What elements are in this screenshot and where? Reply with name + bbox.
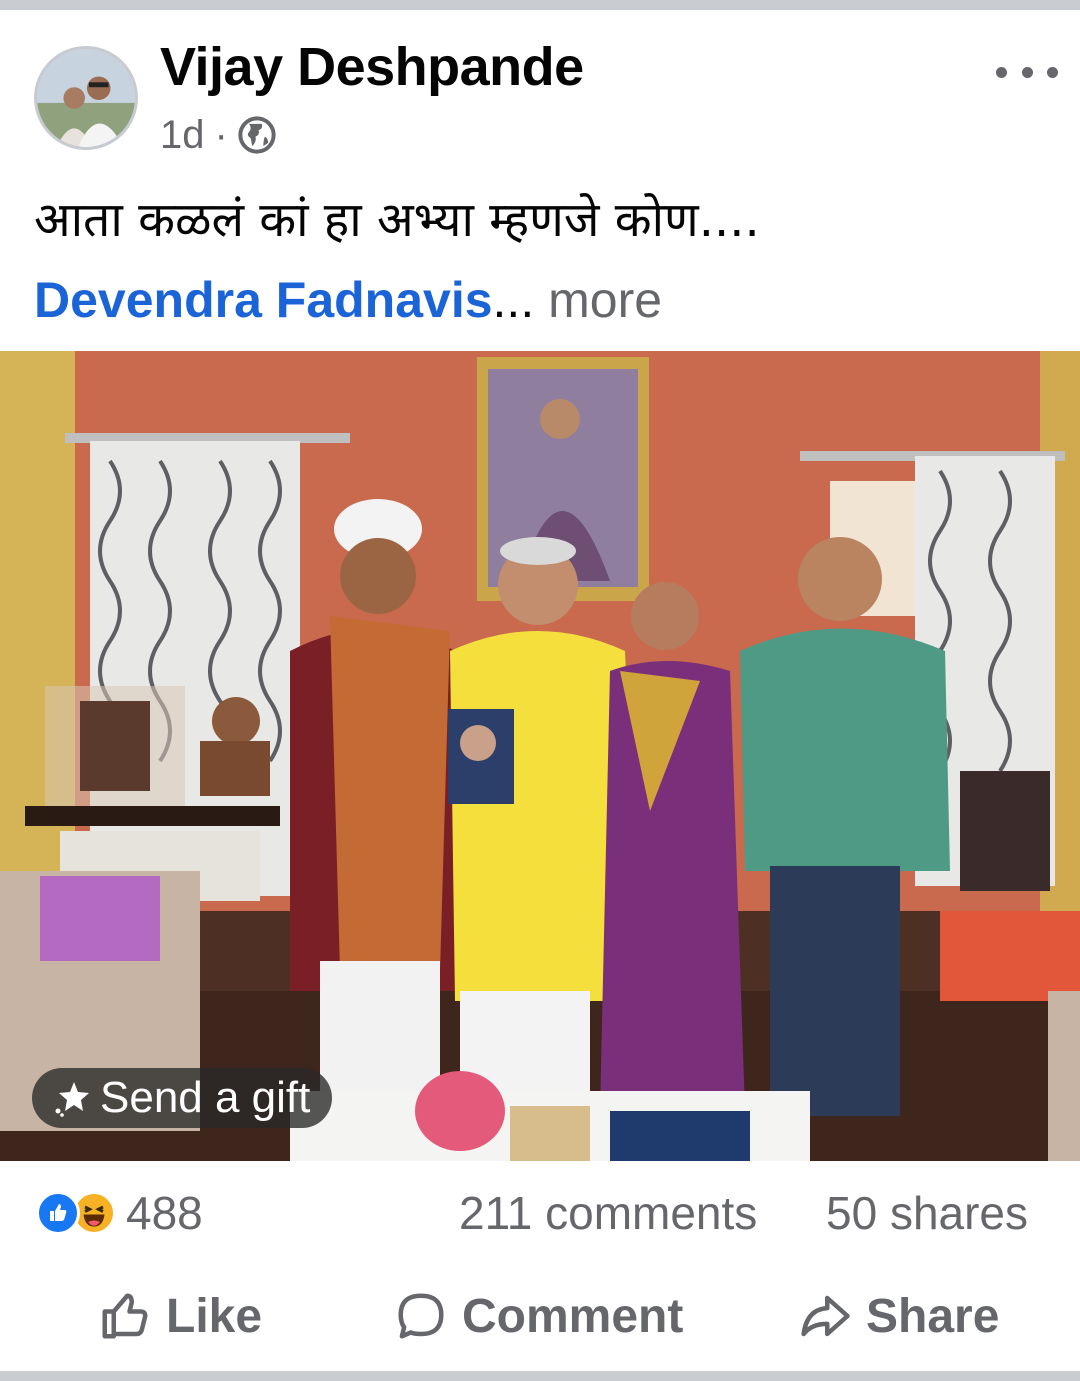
post-actions: Like Comment Share xyxy=(0,1268,1080,1362)
engagement-stats: 488 211 comments 50 shares xyxy=(0,1164,1080,1256)
meta-separator: · xyxy=(214,112,228,157)
see-more-link[interactable]: more xyxy=(534,272,662,328)
menu-dot xyxy=(1047,66,1058,78)
comment-count[interactable]: 211 comments xyxy=(459,1186,757,1240)
like-reaction-icon xyxy=(36,1191,80,1235)
send-gift-label: Send a gift xyxy=(100,1073,311,1122)
photo-illustration xyxy=(0,351,1080,1161)
share-label: Share xyxy=(866,1289,1000,1343)
post-time[interactable]: 1d xyxy=(160,113,205,158)
mention-link[interactable]: Devendra Fadnavis xyxy=(34,272,493,328)
globe-icon[interactable] xyxy=(238,116,276,154)
author-name[interactable]: Vijay Deshpande xyxy=(160,36,584,98)
like-button[interactable]: Like xyxy=(98,1286,262,1346)
share-count[interactable]: 50 shares xyxy=(826,1186,1028,1240)
menu-dot xyxy=(1021,66,1033,78)
avatar[interactable] xyxy=(34,46,138,150)
reactions-summary[interactable]: 488 xyxy=(36,1186,203,1240)
thumbs-up-icon xyxy=(102,1293,148,1339)
like-label: Like xyxy=(166,1289,263,1343)
post-photo[interactable] xyxy=(0,351,1080,1161)
menu-dot xyxy=(996,66,1007,78)
post-text: आता कळलं कां हा अभ्या म्हणजे कोण.... xyxy=(34,192,760,248)
post-header: Vijay Deshpande 1d · xyxy=(0,10,1080,170)
bottom-separator xyxy=(0,1371,1080,1381)
comment-bubble-icon xyxy=(398,1293,444,1339)
share-arrow-icon xyxy=(801,1295,850,1337)
post-meta: 1d · xyxy=(160,110,276,160)
gift-sparkle-icon xyxy=(55,1082,89,1117)
avatar-photo xyxy=(37,49,135,147)
reaction-count: 488 xyxy=(126,1187,203,1239)
comment-label: Comment xyxy=(462,1289,684,1343)
top-separator xyxy=(0,0,1080,10)
text-ellipsis: ... xyxy=(492,272,535,328)
post-text-continuation: Devendra Fadnavis... more xyxy=(34,264,662,336)
more-options-icon[interactable] xyxy=(996,52,1058,92)
send-gift-button[interactable]: Send a gift xyxy=(32,1068,333,1128)
share-button[interactable]: Share xyxy=(798,1286,999,1346)
comment-button[interactable]: Comment xyxy=(394,1286,683,1346)
